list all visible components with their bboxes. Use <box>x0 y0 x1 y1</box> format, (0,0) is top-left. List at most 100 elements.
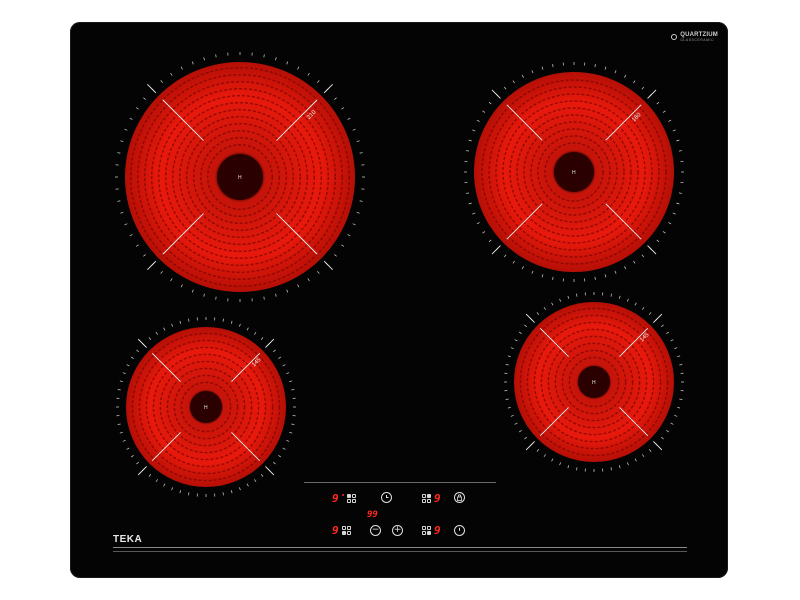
zone-tick <box>488 101 492 105</box>
ceramic-cooktop: QUARTZIUM GLASSCERAMIC 210 H 180 H 145 H 14… <box>70 22 728 578</box>
zone-tick <box>678 150 682 152</box>
zone-tick <box>191 289 194 293</box>
zone-tick <box>359 152 363 154</box>
zone-tick <box>567 465 570 469</box>
zone-tick <box>260 337 264 341</box>
zone-tick <box>543 306 546 310</box>
zone-tick <box>551 458 554 462</box>
zone-tick <box>222 492 224 496</box>
zone-tick <box>188 318 190 322</box>
front-left-control[interactable]: 9 <box>332 525 351 536</box>
zone-tick <box>129 234 133 237</box>
zone-tick <box>170 72 173 76</box>
quartzium-badge: QUARTZIUM GLASSCERAMIC <box>671 32 718 42</box>
zone-tick <box>170 278 173 282</box>
teka-logo: TEKA <box>113 534 143 545</box>
rear-left-control[interactable]: 9 <box>332 493 356 504</box>
zone-tick <box>518 331 522 334</box>
zone-tick <box>488 239 492 243</box>
zone-tick <box>119 431 123 434</box>
zone-tick <box>624 266 627 270</box>
zone-center-mark: H <box>204 405 208 411</box>
zone-tick <box>148 473 152 477</box>
zone-guide-mark <box>265 338 275 348</box>
zone-tick <box>122 372 126 375</box>
front-trim-line <box>113 547 687 548</box>
zone-tick <box>536 448 540 452</box>
zone-tick <box>662 231 666 234</box>
zone-guide-mark <box>525 313 535 323</box>
timer-level-display: 99 <box>367 510 378 520</box>
zone-tick <box>230 490 233 494</box>
timer-display: 99 <box>367 511 378 520</box>
cooking-zone-front-right: 145 H <box>492 280 696 484</box>
plus-control[interactable]: + <box>392 525 403 536</box>
zone-tick <box>536 312 540 316</box>
zone-tick <box>633 80 636 84</box>
zone-tick <box>676 202 680 205</box>
zone-graphic: 180H <box>464 62 684 282</box>
zone-tick <box>642 306 645 310</box>
zone-tick <box>286 61 289 65</box>
zone-tick <box>634 458 637 462</box>
power-control[interactable] <box>454 525 465 536</box>
zone-tick <box>482 110 486 113</box>
zone-tick <box>129 117 133 120</box>
zone-guide-mark <box>653 313 663 323</box>
cooking-zone-rear-right: 180 H <box>452 50 696 294</box>
front-right-zone-select-icon[interactable] <box>422 526 431 535</box>
zone-tick <box>356 212 360 214</box>
zone-tick <box>660 324 664 328</box>
front-right-control[interactable]: 9 <box>422 525 441 536</box>
zone-tick <box>672 129 676 132</box>
zone-tick <box>512 80 515 84</box>
clock-icon[interactable] <box>381 492 392 503</box>
rear-right-control[interactable]: 9 <box>422 493 441 504</box>
zone-tick <box>126 364 130 367</box>
zone-tick <box>521 74 524 78</box>
zone-tick <box>215 54 217 58</box>
front-trim-line-lower <box>113 551 687 552</box>
zone-tick <box>119 380 123 383</box>
zone-guide-mark <box>137 338 147 348</box>
zone-tick <box>263 296 265 300</box>
zone-tick <box>171 323 174 327</box>
zone-tick <box>672 212 676 215</box>
power-icon[interactable] <box>454 525 465 536</box>
timer-control[interactable] <box>381 492 392 503</box>
plus-icon[interactable]: + <box>392 525 403 536</box>
zone-center-mark: H <box>592 380 596 386</box>
zone-tick <box>678 192 682 194</box>
zone-tick <box>610 293 612 297</box>
lock-icon[interactable] <box>454 492 465 503</box>
zone-tick <box>543 454 546 458</box>
badge-ring-icon <box>671 34 678 40</box>
zone-tick <box>155 479 158 483</box>
zone-tick <box>286 439 290 442</box>
zone-tick <box>660 436 664 440</box>
zone-tick <box>238 487 241 491</box>
minus-control[interactable]: − <box>370 525 381 536</box>
zone-tick <box>272 349 276 353</box>
rear-right-zone-select-icon[interactable] <box>422 494 431 503</box>
zone-center-mark: H <box>572 170 576 176</box>
zone-tick <box>238 323 241 327</box>
zone-tick <box>656 101 660 105</box>
zone-tick <box>179 320 182 324</box>
zone-tick <box>668 119 672 122</box>
zone-tick <box>666 430 670 433</box>
rear-left-level-display: 9 <box>332 492 339 505</box>
rear-left-zone-select-icon[interactable] <box>346 494 356 503</box>
front-left-zone-select-icon[interactable] <box>341 526 351 535</box>
zone-tick <box>263 54 265 58</box>
minus-icon[interactable]: − <box>370 525 381 536</box>
zone-tick <box>297 66 300 70</box>
zone-tick <box>559 298 562 302</box>
zone-tick <box>514 339 518 342</box>
zone-tick <box>180 284 183 288</box>
zone-tick <box>648 312 652 316</box>
zone-tick <box>359 200 363 202</box>
zone-tick <box>136 349 140 353</box>
zone-tick <box>670 422 674 425</box>
lock-control[interactable] <box>454 492 465 503</box>
